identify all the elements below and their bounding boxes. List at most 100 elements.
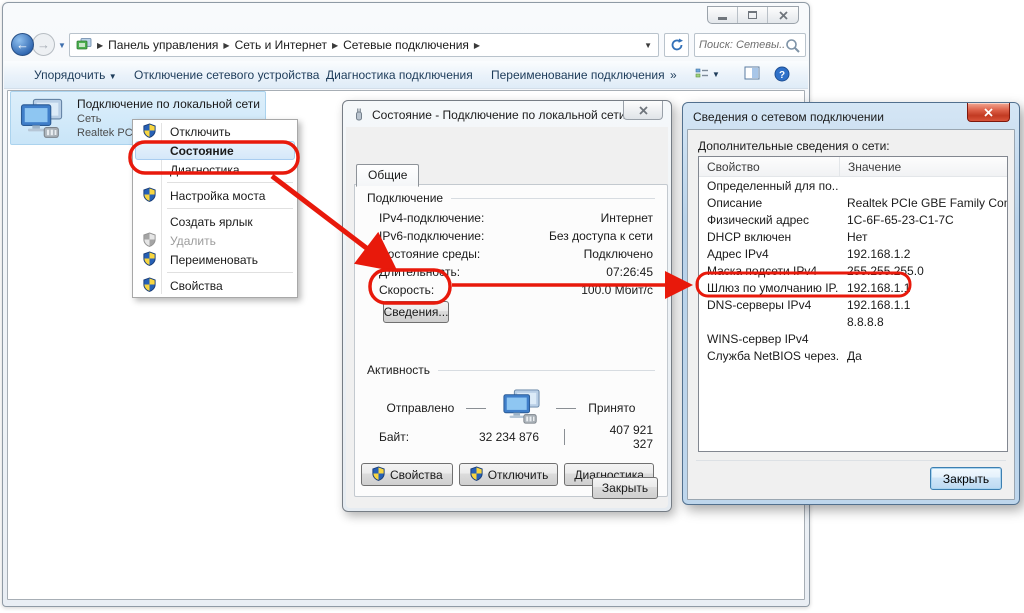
activity-group-header: Активность xyxy=(367,363,655,377)
details-label: Дополнительные сведения о сети: xyxy=(698,139,890,153)
details-row-7[interactable]: DNS-серверы IPv4192.168.1.1 xyxy=(699,296,1007,313)
diagnose-connection-command[interactable]: Диагностика подключения xyxy=(326,68,473,82)
breadcrumb-network-connections[interactable]: Сетевые подключения xyxy=(343,38,469,52)
breadcrumb[interactable]: ▶ Панель управления ▶ Сеть и Интернет ▶ … xyxy=(69,33,659,57)
details-value: 1C-6F-65-23-C1-7C xyxy=(839,213,1007,227)
uac-shield-icon xyxy=(142,232,157,250)
details-row-9[interactable]: WINS-сервер IPv4 xyxy=(699,330,1007,347)
close-button[interactable] xyxy=(768,7,798,23)
menu-item-label: Переименовать xyxy=(162,253,258,267)
refresh-button[interactable] xyxy=(664,33,689,57)
status-row-label: Длительность: xyxy=(379,265,460,279)
minimize-icon xyxy=(718,17,727,20)
search-box[interactable] xyxy=(694,33,806,57)
search-input[interactable] xyxy=(699,39,785,51)
svg-text:?: ? xyxy=(779,70,785,81)
details-value: Да xyxy=(839,349,1007,363)
received-label: Принято xyxy=(588,401,635,415)
details-property: Физический адрес xyxy=(699,213,839,227)
uac-shield-icon xyxy=(469,466,484,484)
close-icon xyxy=(984,108,993,117)
details-property: DNS-серверы IPv4 xyxy=(699,298,839,312)
help-icon: ? xyxy=(774,66,790,82)
status-close-dialog-button[interactable]: Закрыть xyxy=(592,477,658,499)
desktop: ← → ▼ ▶ Панель управления ▶ Сеть и Интер… xyxy=(0,0,1024,613)
details-button[interactable]: Сведения... xyxy=(383,301,449,323)
status-button-label: Отключить xyxy=(488,468,549,482)
bytes-label: Байт: xyxy=(379,430,429,444)
preview-pane-icon xyxy=(744,66,760,80)
view-mode-button[interactable]: ▼ xyxy=(694,66,720,82)
details-rows: Определенный для по...ОписаниеRealtek PC… xyxy=(699,177,1007,364)
back-button[interactable]: ← xyxy=(11,33,34,56)
status-row: IPv4-подключение:Интернет xyxy=(379,209,653,227)
menu-separator xyxy=(167,272,293,273)
details-property: Маска подсети IPv4 xyxy=(699,264,839,278)
menu-item-4[interactable]: Настройка моста xyxy=(135,186,295,205)
status-row-label: IPv6-подключение: xyxy=(379,229,484,243)
chevron-down-icon: ▼ xyxy=(109,72,117,81)
status-close-button[interactable] xyxy=(623,101,663,120)
status-row-label: Скорость: xyxy=(379,283,434,297)
nav-history-caret[interactable]: ▼ xyxy=(58,41,66,50)
details-row-5[interactable]: Маска подсети IPv4255.255.255.0 xyxy=(699,262,1007,279)
toolbar-overflow-chevron[interactable]: » xyxy=(670,68,677,82)
details-value: 192.168.1.2 xyxy=(839,247,1007,261)
details-row-1[interactable]: ОписаниеRealtek PCIe GBE Family Controll… xyxy=(699,194,1007,211)
menu-item-label: Диагностика xyxy=(162,163,240,177)
menu-item-6[interactable]: Создать ярлык xyxy=(135,212,295,231)
details-row-6[interactable]: Шлюз по умолчанию IP...192.168.1.1 xyxy=(699,279,1007,296)
uac-shield-icon xyxy=(142,277,157,295)
maximize-button[interactable] xyxy=(738,7,768,23)
organize-menu[interactable]: Упорядочить ▼ xyxy=(34,68,117,82)
details-row-4[interactable]: Адрес IPv4192.168.1.2 xyxy=(699,245,1007,262)
list-view-icon xyxy=(694,66,710,82)
breadcrumb-control-panel[interactable]: Панель управления xyxy=(108,38,218,52)
menu-item-2[interactable]: Диагностика xyxy=(135,160,295,179)
status-row-label: Состояние среды: xyxy=(379,247,480,261)
breadcrumb-network-internet[interactable]: Сеть и Интернет xyxy=(235,38,327,52)
uac-shield-icon xyxy=(136,187,162,205)
bytes-sent-value: 32 234 876 xyxy=(429,430,539,444)
menu-item-label: Состояние xyxy=(162,144,234,158)
preview-pane-button[interactable] xyxy=(744,66,760,80)
maximize-icon xyxy=(748,11,757,19)
menu-item-0[interactable]: Отключить xyxy=(135,122,295,141)
details-row-0[interactable]: Определенный для по... xyxy=(699,177,1007,194)
status-button-0[interactable]: Свойства xyxy=(361,463,453,486)
disable-device-command[interactable]: Отключение сетевого устройства xyxy=(134,68,319,82)
minimize-button[interactable] xyxy=(708,7,738,23)
details-row-2[interactable]: Физический адрес1C-6F-65-23-C1-7C xyxy=(699,211,1007,228)
details-row-8[interactable]: 8.8.8.8 xyxy=(699,313,1007,330)
uac-shield-icon xyxy=(136,232,162,250)
rename-connection-command[interactable]: Переименование подключения xyxy=(491,68,665,82)
uac-shield-icon xyxy=(142,123,157,141)
connection-status-rows: IPv4-подключение:Интернет IPv6-подключени… xyxy=(379,209,653,299)
bytes-row: Байт: 32 234 876 407 921 327 xyxy=(379,423,653,451)
forward-button[interactable]: → xyxy=(32,33,55,56)
status-dialog-title: Состояние - Подключение по локальной сет… xyxy=(372,108,626,122)
status-row-value: 07:26:45 xyxy=(606,265,653,279)
details-row-3[interactable]: DHCP включенНет xyxy=(699,228,1007,245)
status-button-1[interactable]: Отключить xyxy=(459,463,559,486)
details-property: DHCP включен xyxy=(699,230,839,244)
menu-separator xyxy=(167,182,293,183)
uac-shield-icon xyxy=(136,123,162,141)
context-menu: Отключить Состояние Диагностика Настройка м… xyxy=(132,119,298,298)
details-list[interactable]: Свойство Значение Определенный для по...… xyxy=(698,156,1008,452)
details-property: Адрес IPv4 xyxy=(699,247,839,261)
details-row-10[interactable]: Служба NetBIOS через...Да xyxy=(699,347,1007,364)
tab-general[interactable]: Общие xyxy=(356,164,419,187)
menu-item-1[interactable]: Состояние xyxy=(135,141,295,160)
crumb-separator-icon: ▶ xyxy=(97,41,103,50)
help-button[interactable]: ? xyxy=(774,66,790,82)
uac-shield-icon xyxy=(136,251,162,269)
status-row-value: Интернет xyxy=(601,211,653,225)
menu-item-8[interactable]: Переименовать xyxy=(135,250,295,269)
details-value: 192.168.1.1 xyxy=(839,298,1007,312)
details-close-dialog-button[interactable]: Закрыть xyxy=(930,467,1002,490)
address-dropdown-caret[interactable]: ▼ xyxy=(644,41,652,50)
menu-item-10[interactable]: Свойства xyxy=(135,276,295,295)
details-property: Описание xyxy=(699,196,839,210)
details-close-button[interactable] xyxy=(967,103,1010,122)
